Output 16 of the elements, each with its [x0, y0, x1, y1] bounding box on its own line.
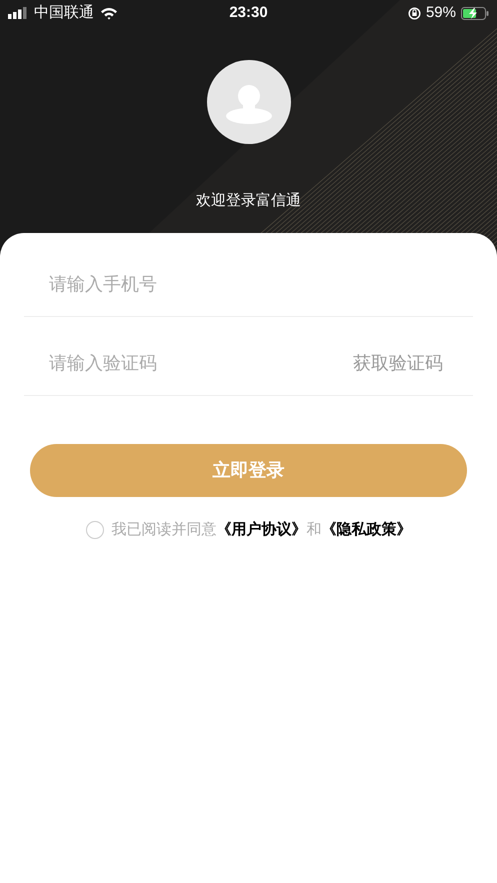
signal-icon: [8, 7, 28, 19]
battery-percent: 59%: [426, 2, 456, 23]
privacy-policy-link[interactable]: 《隐私政策》: [322, 519, 412, 542]
and-text: 和: [306, 520, 322, 540]
code-input-field[interactable]: 请输入验证码: [24, 350, 353, 377]
phone-input-field[interactable]: 请输入手机号: [24, 271, 473, 298]
user-agreement-link[interactable]: 《用户协议》: [216, 519, 306, 542]
clock-time: 23:30: [229, 2, 268, 23]
wifi-icon: [100, 6, 118, 20]
avatar-placeholder-icon: [206, 60, 290, 144]
rotation-lock-icon: [408, 6, 421, 20]
battery-charging-icon: [461, 6, 489, 20]
agreement-text: 我已阅读并同意: [112, 520, 216, 540]
agreement-checkbox[interactable]: [86, 521, 104, 540]
welcome-text: 欢迎登录富信通: [196, 191, 301, 211]
carrier-name: 中国联通: [34, 2, 94, 23]
